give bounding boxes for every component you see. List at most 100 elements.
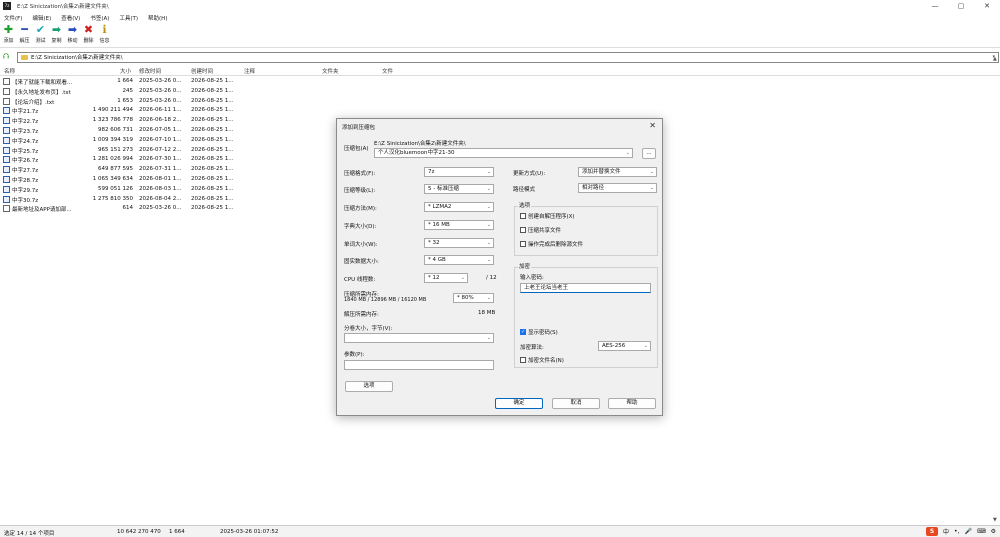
maximize-button[interactable]: ▢ [948,0,974,12]
punctuation-icon[interactable]: •, [954,528,959,535]
add-button[interactable]: ✚ 添加 [1,23,16,44]
file-name: 中字25.7z [12,148,39,155]
update-value: 添加并替换文件 [582,169,621,175]
level-select[interactable]: 5 - 标准压缩 ⌄ [424,184,494,194]
menu-tools[interactable]: 工具(T) [119,14,138,22]
compress-shared-checkbox[interactable]: 压缩共享文件 [520,226,561,234]
update-select[interactable]: 添加并替换文件 ⌄ [578,167,657,177]
file-size: 1 065 349 634 [92,176,133,182]
enc-method-select[interactable]: AES-256 ⌄ [598,341,651,351]
solid-value: * 4 GB [428,257,446,263]
menu-help[interactable]: 帮助(H) [148,14,167,22]
method-value: * LZMA2 [428,204,452,210]
help-button[interactable]: 帮助 [608,398,656,409]
options-button[interactable]: 选项 [345,381,393,392]
plus-icon: ✚ [3,23,14,36]
scroll-up-icon[interactable]: ▲ [993,56,997,62]
column-folders[interactable]: 文件夹 [322,67,339,75]
status-datetime: 2025-03-26 01:07:52 [220,529,279,535]
copy-button[interactable]: ➡ 复制 [49,23,64,44]
scroll-down-icon[interactable]: ▼ [993,517,997,523]
file-modified: 2026-08-03 1... [139,185,182,192]
level-label: 压缩等级(L): [344,188,376,194]
archive-name-value: 个人汉化bluemoon中字21-30 [378,150,455,156]
dict-select[interactable]: * 16 MB ⌄ [424,220,494,230]
file-name: 中字23.7z [12,129,39,135]
encrypt-names-checkbox[interactable]: 加密文件名(N) [520,356,564,364]
archive-label: 压缩包(A) [344,146,369,152]
word-select[interactable]: * 32 ⌄ [424,238,494,248]
test-button[interactable]: ✔ 测试 [33,23,48,44]
toolbar: ✚ 添加 ━ 解压 ✔ 测试 ➡ 复制 ➡ 移动 ✖ 删除 ℹ 信息 [0,23,1000,48]
dialog-close-icon[interactable]: ✕ [649,121,656,130]
mem-detail: 1840 MB / 12896 MB / 16120 MB [344,297,427,303]
column-modified[interactable]: 修改时间 [139,67,161,75]
file-size: 982 606 731 [98,127,133,133]
copy-arrow-icon: ➡ [51,23,62,36]
minimize-button[interactable]: — [922,0,948,12]
address-path: E:\Z Sinicization\合集2\新建文件夹\ [31,55,123,61]
password-input[interactable]: 上老王论坛当老王 [520,283,651,293]
file-size: 1 653 [117,97,133,104]
ime-chinese-indicator[interactable]: 中 [943,527,949,536]
delete-button[interactable]: ✖ 删除 [81,23,96,44]
menu-view[interactable]: 查看(V) [61,14,80,22]
file-size: 1 009 394 319 [92,136,133,143]
archive-file-icon [3,127,10,134]
solid-select[interactable]: * 4 GB ⌄ [424,255,494,265]
move-button[interactable]: ➡ 移动 [65,23,80,44]
file-row[interactable]: 【论坛介绍】.txt 1 653 2025-03-26 0... 2026-08-25… [0,97,990,107]
delete-after-checkbox[interactable]: 操作完成后删除源文件 [520,240,583,248]
word-label: 单词大小(W): [344,242,378,248]
archive-name-combo[interactable]: 个人汉化bluemoon中字21-30 ⌄ [374,148,633,158]
ok-button[interactable]: 确定 [495,398,543,409]
archive-file-icon [3,146,10,154]
chevron-down-icon: ⌄ [649,185,654,191]
mem-pct-select[interactable]: * 80% ⌄ [453,293,494,303]
close-button[interactable]: ✕ [974,0,1000,12]
column-created[interactable]: 创建时间 [191,67,213,75]
extract-button[interactable]: ━ 解压 [17,23,32,44]
file-size: 1 490 211 494 [92,107,133,114]
dict-label: 字典大小(D): [344,224,377,230]
archive-file-icon [3,176,10,183]
text-file-icon [3,78,10,85]
column-name[interactable]: 名称 [4,67,15,75]
file-row[interactable]: 【永久地址发布页】.txt 245 2025-03-26 0... 2026-08-2… [0,87,990,97]
show-password-checkbox[interactable]: ✓ 显示密码(S) [520,328,558,336]
keyboard-icon[interactable]: ⌨ [977,528,986,535]
browse-button[interactable]: ... [642,148,656,159]
file-created: 2026-08-25 1... [191,136,234,143]
file-created: 2026-08-25 1... [191,127,234,133]
file-row[interactable]: 【来了就能下载和观看... 1 664 2025-03-26 0... 2026-08… [0,77,990,87]
file-name: 中字29.7z [12,187,39,194]
params-input[interactable] [344,360,494,370]
menu-file[interactable]: 文件(F) [4,14,22,22]
menu-edit[interactable]: 编辑(E) [32,14,51,22]
path-mode-select[interactable]: 相对路径 ⌄ [578,183,657,193]
column-files[interactable]: 文件 [382,67,393,75]
format-select[interactable]: 7z ⌄ [424,167,494,177]
address-field[interactable]: E:\Z Sinicization\合集2\新建文件夹\ ▾ [17,51,999,63]
cpu-select[interactable]: * 12 ⌄ [424,273,468,283]
column-comment[interactable]: 注释 [244,67,255,75]
split-label: 分卷大小，字节(V): [344,326,393,332]
split-select[interactable]: ⌄ [344,333,494,343]
menu-bookmarks[interactable]: 书签(A) [90,14,109,22]
chevron-down-icon: ⌄ [486,169,491,175]
file-row[interactable]: 中字21.7z 1 490 211 494 2026-06-11 1... 2026-… [0,106,990,116]
vertical-scrollbar[interactable]: ▲ ▼ [992,50,1000,525]
method-select[interactable]: * LZMA2 ⌄ [424,202,494,212]
file-modified: 2026-07-10 1... [139,136,182,143]
info-button[interactable]: ℹ 信息 [97,23,112,44]
file-created: 2026-08-25 1... [191,166,234,173]
file-created: 2026-08-25 1... [191,107,234,114]
microphone-icon[interactable]: 🎤 [964,528,971,535]
settings-icon[interactable]: ⚙ [991,528,996,535]
sogou-ime-icon[interactable]: S [925,527,938,536]
up-folder-icon[interactable]: ⮉ [3,52,13,62]
create-sfx-checkbox[interactable]: 创建自解压程序(X) [520,212,575,220]
text-file-icon [3,87,10,95]
cancel-button[interactable]: 取消 [552,398,600,409]
column-size[interactable]: 大小 [120,67,131,75]
